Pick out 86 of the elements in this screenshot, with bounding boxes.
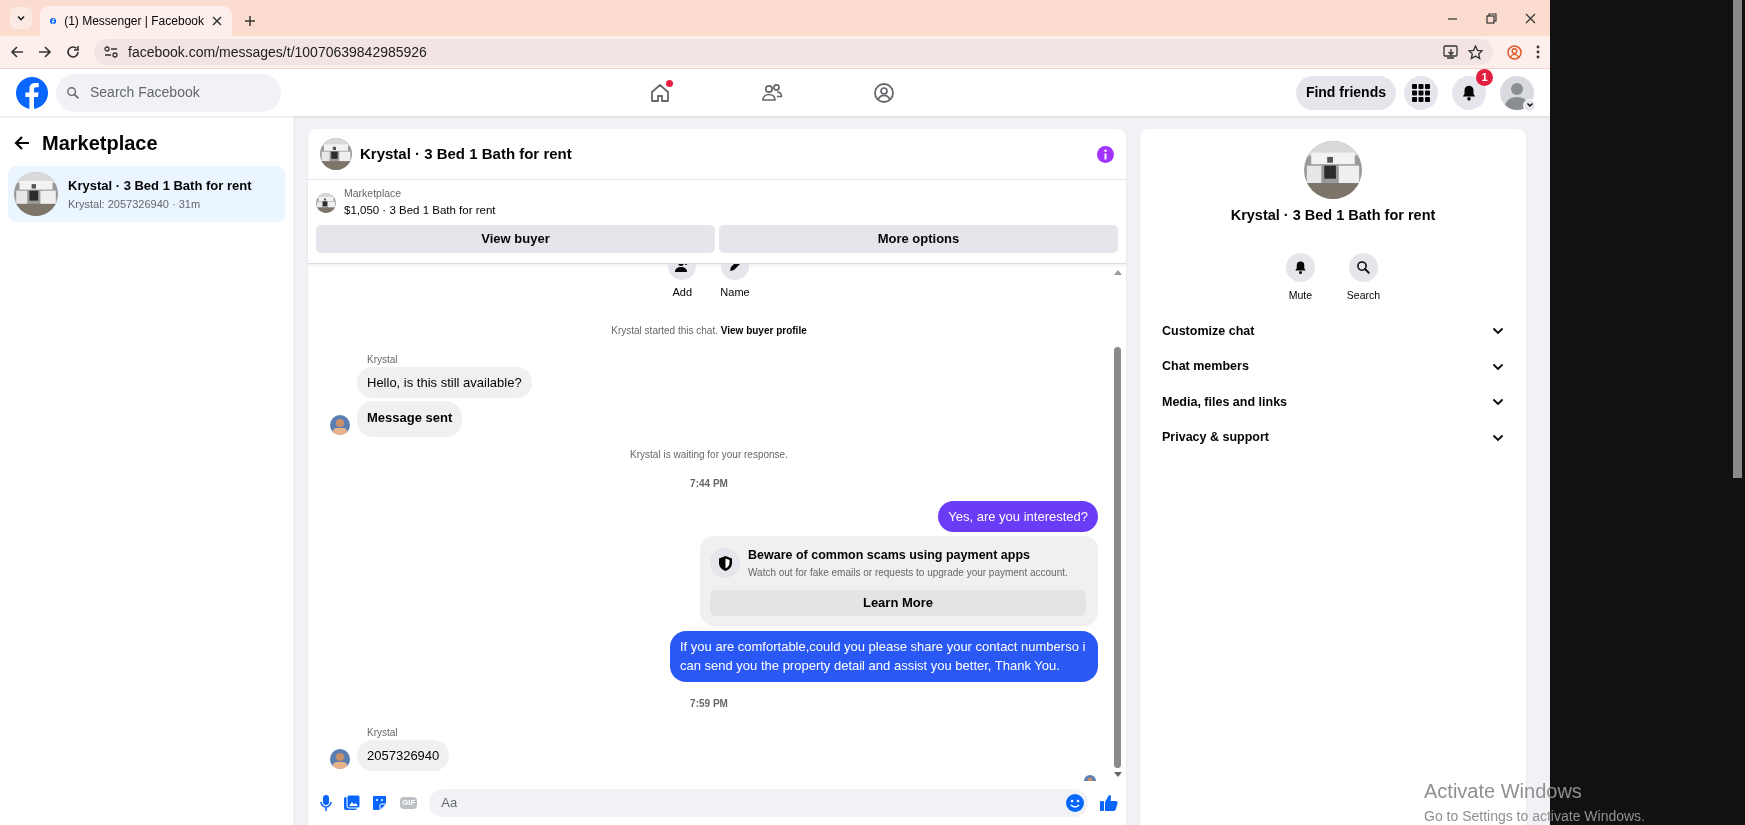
- photo-icon[interactable]: [344, 795, 360, 811]
- back-arrow-icon[interactable]: [14, 135, 30, 151]
- sticker-icon[interactable]: [372, 795, 388, 811]
- search-field[interactable]: Search Facebook: [56, 73, 281, 112]
- bell-icon: [1292, 259, 1308, 275]
- action-button[interactable]: View buyer: [316, 225, 715, 253]
- action-label: Search: [1346, 287, 1381, 303]
- find-friends-button[interactable]: Find friends: [1295, 75, 1396, 110]
- scrollbar[interactable]: [1114, 347, 1121, 768]
- friends-icon: [761, 81, 783, 104]
- address-bar[interactable]: facebook.com/messages/t/10070639842985926: [94, 39, 1493, 65]
- chevron-icon: [16, 13, 26, 23]
- search-icon: [66, 85, 80, 100]
- sender-name: Krystal: [367, 353, 398, 365]
- message-input[interactable]: Aa: [439, 792, 1066, 814]
- message-bubble: Hello, is this still available?: [357, 366, 532, 398]
- details-action-button[interactable]: [1349, 252, 1378, 282]
- profile-circle-icon: [873, 81, 895, 104]
- system-message: Krystal started this chat. View buyer profile: [611, 324, 807, 336]
- bell-icon: [1460, 83, 1478, 102]
- action-button[interactable]: More options: [719, 225, 1118, 253]
- sidebar-title: Marketplace: [42, 131, 158, 156]
- warning-title: Beware of common scams using payment apps: [748, 547, 1032, 564]
- thumbs-up-icon[interactable]: [1100, 794, 1118, 812]
- browser-tab[interactable]: (1) Messenger | Facebook: [40, 6, 232, 36]
- section-title: Privacy & support: [1162, 429, 1269, 447]
- scrollbar[interactable]: [1733, 0, 1742, 478]
- details-action-button[interactable]: [1285, 252, 1315, 282]
- more-menu-icon[interactable]: [1536, 45, 1540, 59]
- timestamp: 7:44 PM: [690, 477, 728, 489]
- install-app-icon[interactable]: [1443, 45, 1458, 59]
- search-icon: [1356, 259, 1371, 275]
- back-icon[interactable]: [10, 45, 24, 59]
- scroll-down-icon[interactable]: [1113, 772, 1122, 777]
- section-title: Media, files and links: [1162, 393, 1288, 411]
- close-icon[interactable]: [1525, 12, 1536, 24]
- section-title: Customize chat: [1162, 322, 1255, 340]
- timestamp: 7:59 PM: [690, 697, 728, 709]
- learn-more-button[interactable]: Learn More: [710, 589, 1086, 616]
- new-tab-icon[interactable]: [244, 15, 256, 27]
- url-text: facebook.com/messages/t/10070639842985926: [128, 42, 428, 62]
- reload-icon[interactable]: [66, 45, 80, 59]
- tab-title: (1) Messenger | Facebook: [64, 13, 204, 30]
- sender-name: Krystal: [367, 726, 398, 738]
- close-icon[interactable]: [212, 16, 222, 26]
- message-bubble: Message sent: [357, 401, 463, 437]
- listing-label: Marketplace: [344, 186, 403, 201]
- tab-list-button[interactable]: [10, 7, 32, 29]
- home-icon: [649, 81, 671, 104]
- forward-icon[interactable]: [38, 45, 52, 59]
- conversation-title: Krystal · 3 Bed 1 Bath for rent: [1229, 206, 1437, 225]
- restore-icon[interactable]: [1486, 12, 1497, 24]
- search-input[interactable]: Search Facebook: [88, 81, 258, 104]
- section-header[interactable]: Chat members: [1152, 349, 1514, 385]
- section-title: Chat members: [1162, 358, 1249, 376]
- message-field[interactable]: Aa: [429, 789, 1088, 817]
- chat-title: Krystal · 3 Bed 1 Bath for rent: [360, 143, 572, 164]
- section-header[interactable]: Media, files and links: [1152, 384, 1514, 420]
- chevron-icon: [1525, 101, 1534, 109]
- site-info-icon[interactable]: [104, 45, 118, 59]
- notifications-button[interactable]: [1452, 75, 1486, 110]
- message-bubble: If you are comfortable,could you please share your contact numberso i can send you the property detail and assist you better, Thank You.: [670, 630, 1098, 682]
- shield-icon: [710, 548, 740, 578]
- profile-icon[interactable]: [1507, 44, 1522, 60]
- warning-text: Watch out for fake emails or requests to upgrade your payment account.: [748, 565, 1068, 580]
- info-icon[interactable]: [1097, 145, 1114, 163]
- conversation-preview: Krystal: 2057326940 · 31m: [68, 196, 202, 212]
- facebook-logo[interactable]: [16, 76, 48, 109]
- section-header[interactable]: Customize chat: [1152, 313, 1514, 349]
- microphone-icon[interactable]: [320, 795, 332, 811]
- action-label: Mute: [1288, 287, 1313, 303]
- menu-button[interactable]: [1404, 75, 1438, 110]
- scroll-up-icon[interactable]: [1113, 270, 1122, 275]
- view-profile-link[interactable]: View buyer profile: [720, 324, 807, 336]
- star-icon[interactable]: [1468, 44, 1483, 60]
- action-label: Name: [720, 285, 750, 300]
- action-label: Add: [672, 285, 693, 300]
- listing-summary: $1,050 · 3 Bed 1 Bath for rent: [344, 202, 496, 218]
- grid-icon: [1412, 83, 1430, 102]
- system-message: Krystal is waiting for your response.: [630, 448, 788, 460]
- message-bubble: 2057326940: [357, 739, 450, 772]
- emoji-icon[interactable]: [1066, 794, 1084, 812]
- message-bubble: Yes, are you interested?: [938, 500, 1098, 532]
- conversation-title: Krystal · 3 Bed 1 Bath for rent: [68, 177, 252, 195]
- section-header[interactable]: Privacy & support: [1152, 420, 1514, 456]
- conversation-item[interactable]: Krystal · 3 Bed 1 Bath for rent Krystal: 2057326940 · 31m: [8, 166, 285, 222]
